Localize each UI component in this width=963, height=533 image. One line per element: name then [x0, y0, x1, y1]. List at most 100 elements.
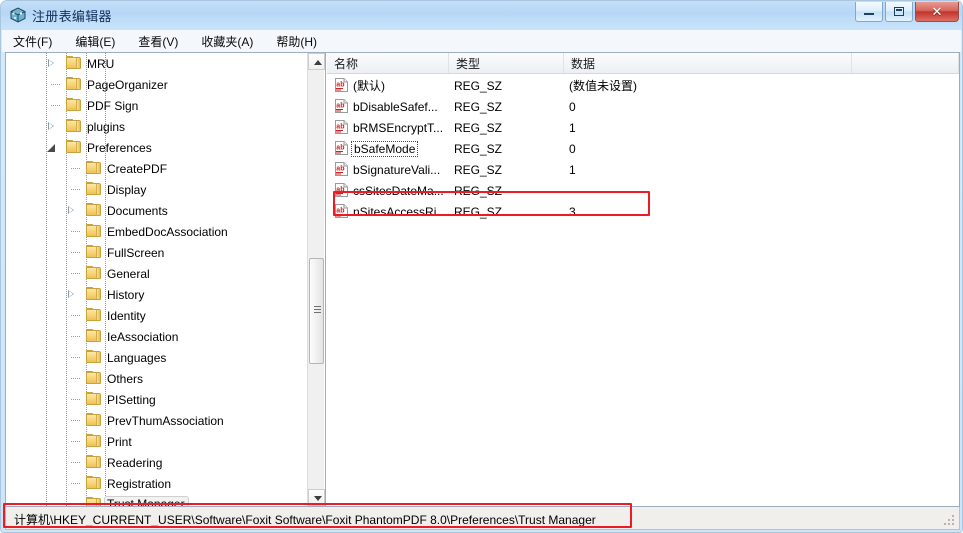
- folder-icon: [86, 476, 102, 490]
- value-type-cell: REG_SZ: [454, 78, 503, 93]
- tree-guide-stub: [71, 441, 81, 442]
- tree-scrollbar-thumb[interactable]: [309, 258, 324, 364]
- value-type-cell: REG_SZ: [454, 183, 503, 198]
- tree-item-label: FullScreen: [107, 246, 165, 260]
- chevron-down-icon: [314, 496, 322, 501]
- column-type[interactable]: 类型: [449, 53, 564, 73]
- svg-text:ab: ab: [336, 208, 344, 215]
- tree-item-embeddocassociation[interactable]: EmbedDocAssociation: [6, 221, 308, 242]
- menu-favorites[interactable]: 收藏夹(A): [201, 31, 263, 52]
- value-name-cell: bSignatureVali...: [353, 162, 441, 177]
- tree-item-fullscreen[interactable]: FullScreen: [6, 242, 308, 263]
- menu-view[interactable]: 查看(V): [138, 31, 188, 52]
- ab-string-value-icon: ab: [335, 183, 348, 197]
- maximize-button[interactable]: [885, 2, 913, 22]
- tree-item-createpdf[interactable]: CreatePDF: [6, 158, 308, 179]
- registry-value-row[interactable]: ab (默认) REG_SZ (数值未设置): [327, 75, 959, 96]
- tree-guide-stub: [71, 336, 81, 337]
- tree-item-display[interactable]: Display: [6, 179, 308, 200]
- tree-guide-stub: [71, 420, 81, 421]
- folder-icon: [86, 329, 102, 343]
- tree-expand-icon[interactable]: [66, 205, 77, 216]
- tree-item-general[interactable]: General: [6, 263, 308, 284]
- folder-icon: [86, 455, 102, 469]
- tree-expand-icon[interactable]: [66, 289, 77, 300]
- tree-item-pageorganizer[interactable]: PageOrganizer: [6, 74, 308, 95]
- tree-item-prevthumassociation[interactable]: PrevThumAssociation: [6, 410, 308, 431]
- tree-item-print[interactable]: Print: [6, 431, 308, 452]
- tree-scroll-up-button[interactable]: [308, 53, 325, 70]
- list-column-headers: 名称 类型 数据: [327, 53, 959, 74]
- folder-icon: [86, 434, 102, 448]
- tree-item-label: CreatePDF: [107, 162, 168, 176]
- tree-item-label: IeAssociation: [107, 330, 179, 344]
- menu-edit[interactable]: 编辑(E): [75, 31, 125, 52]
- resize-grip-icon[interactable]: [944, 515, 956, 527]
- tree-item-pisetting[interactable]: PISetting: [6, 389, 308, 410]
- tree-item-plugins[interactable]: plugins: [6, 116, 308, 137]
- folder-icon: [86, 371, 102, 385]
- svg-text:ab: ab: [336, 145, 344, 152]
- folder-icon: [86, 350, 102, 364]
- folder-icon: [66, 119, 82, 133]
- tree-item-documents[interactable]: Documents: [6, 200, 308, 221]
- window-title: 注册表编辑器: [32, 9, 112, 24]
- tree-item-mru[interactable]: MRU: [6, 53, 308, 74]
- title-bar[interactable]: 注册表编辑器 ✕: [1, 1, 962, 30]
- tree-item-pdf-sign[interactable]: PDF Sign: [6, 95, 308, 116]
- tree-item-preferences[interactable]: Preferences: [6, 137, 308, 158]
- tree-guide-stub: [51, 105, 61, 106]
- menu-help[interactable]: 帮助(H): [276, 31, 327, 52]
- value-type-cell: REG_SZ: [454, 204, 503, 219]
- tree-item-label: MRU: [87, 57, 115, 71]
- value-name-cell: bRMSEncryptT...: [353, 120, 444, 135]
- column-name[interactable]: 名称: [327, 53, 449, 73]
- folder-icon: [66, 140, 82, 154]
- value-type-cell: REG_SZ: [454, 120, 503, 135]
- ab-string-value-icon: ab: [335, 99, 348, 113]
- tree-item-history[interactable]: History: [6, 284, 308, 305]
- registry-value-row[interactable]: ab bSignatureVali... REG_SZ 1: [327, 159, 959, 180]
- tree-item-others[interactable]: Others: [6, 368, 308, 389]
- maximize-icon: [886, 2, 912, 21]
- tree-guide-stub: [71, 189, 81, 190]
- value-data-cell: 1: [569, 162, 576, 177]
- menu-file[interactable]: 文件(F): [13, 31, 62, 52]
- folder-icon: [66, 77, 82, 91]
- tree-item-registration[interactable]: Registration: [6, 473, 308, 494]
- tree-expand-icon[interactable]: [46, 121, 57, 132]
- tree-item-readering[interactable]: Readering: [6, 452, 308, 473]
- folder-icon: [86, 203, 102, 217]
- tree-item-label: Documents: [107, 204, 168, 218]
- tree-item-label: Languages: [107, 351, 167, 365]
- minimize-icon: [856, 2, 882, 21]
- tree-guide-stub: [71, 252, 81, 253]
- column-data[interactable]: 数据: [564, 53, 852, 73]
- tree-item-languages[interactable]: Languages: [6, 347, 308, 368]
- tree-item-trust-manager[interactable]: Trust Manager: [6, 494, 308, 506]
- column-filler[interactable]: [852, 53, 959, 73]
- ab-string-value-icon: ab: [335, 204, 348, 218]
- registry-value-row[interactable]: ab bDisableSafef... REG_SZ 0: [327, 96, 959, 117]
- tree-item-label: Trust Manager: [104, 496, 189, 506]
- tree-expand-icon[interactable]: [46, 58, 57, 69]
- tree-item-identity[interactable]: Identity: [6, 305, 308, 326]
- folder-icon: [86, 308, 102, 322]
- folder-icon: [66, 98, 82, 112]
- registry-values-pane[interactable]: 名称 类型 数据 ab (默认) REG_SZ (数值未设置) ab bDisableSafe…: [327, 53, 959, 506]
- tree-guide-stub: [71, 273, 81, 274]
- close-button[interactable]: ✕: [915, 2, 959, 22]
- tree-item-label: Registration: [107, 477, 172, 491]
- tree-item-ieassociation[interactable]: IeAssociation: [6, 326, 308, 347]
- ab-string-value-icon: ab: [335, 78, 348, 92]
- tree-scrollbar[interactable]: [307, 53, 325, 506]
- tree-collapse-icon[interactable]: [46, 142, 57, 153]
- registry-value-row[interactable]: ab bSafeMode REG_SZ 0: [327, 138, 959, 159]
- tree-scroll-down-button[interactable]: [308, 489, 325, 506]
- registry-value-row[interactable]: ab bRMSEncryptT... REG_SZ 1: [327, 117, 959, 138]
- registry-value-row[interactable]: ab csSitesDateMa... REG_SZ: [327, 180, 959, 201]
- registry-tree-pane[interactable]: MRU PageOrganizer PDF Sign plugins Preferenc…: [6, 53, 326, 506]
- value-name-cell: bSafeMode: [351, 138, 419, 159]
- registry-value-row[interactable]: ab nSitesAccessRi... REG_SZ 3: [327, 201, 959, 222]
- minimize-button[interactable]: [855, 2, 883, 22]
